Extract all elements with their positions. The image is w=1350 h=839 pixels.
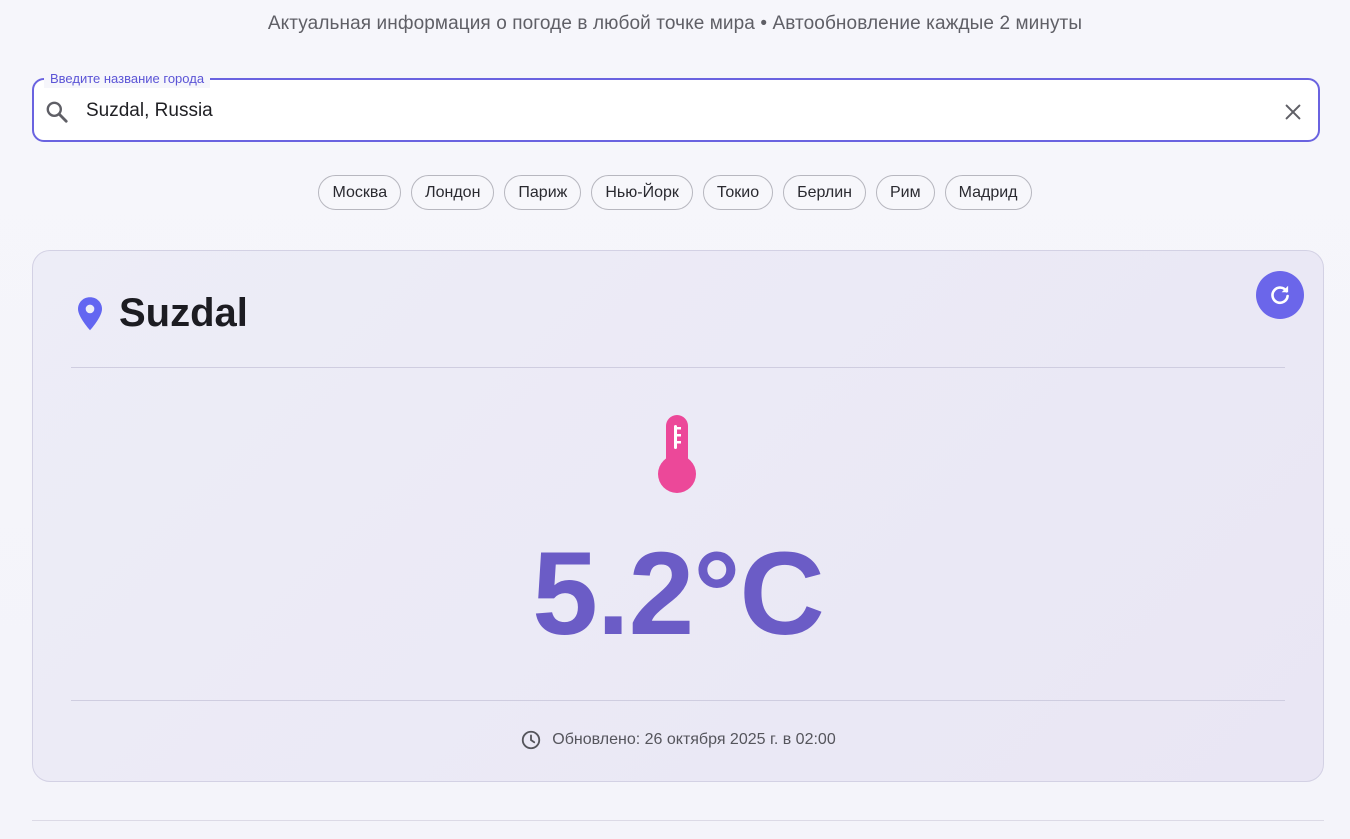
city-name: Suzdal <box>119 291 248 335</box>
weather-card: Suzdal 5.2°C Обновлено: 26 октября 2025 … <box>32 250 1324 782</box>
quick-city-chips: Москва Лондон Париж Нью-Йорк Токио Берли… <box>0 175 1350 210</box>
city-chip-madrid[interactable]: Мадрид <box>944 175 1032 210</box>
updated-text: Обновлено: 26 октября 2025 г. в 02:00 <box>552 731 836 748</box>
location-header: Suzdal <box>75 291 248 336</box>
thermometer-icon <box>658 415 696 493</box>
search-label: Введите название города <box>44 70 211 88</box>
search-input[interactable] <box>86 94 1266 128</box>
map-pin-icon <box>78 296 102 330</box>
close-icon[interactable] <box>1282 101 1304 123</box>
search-icon <box>46 101 68 123</box>
refresh-icon <box>1271 285 1289 305</box>
page-bottom-divider <box>32 820 1324 821</box>
city-chip-tokyo[interactable]: Токио <box>702 175 774 210</box>
city-chip-london[interactable]: Лондон <box>411 175 495 210</box>
card-divider-bottom <box>71 700 1285 701</box>
city-chip-rome[interactable]: Рим <box>875 175 935 210</box>
page-subtitle: Актуальная информация о погоде в любой т… <box>267 13 1083 34</box>
city-search-field[interactable]: Введите название города <box>32 70 1320 142</box>
city-chip-new-york[interactable]: Нью-Йорк <box>591 175 693 210</box>
city-chip-berlin[interactable]: Берлин <box>783 175 866 210</box>
city-chip-paris[interactable]: Париж <box>504 175 582 210</box>
clock-icon <box>522 730 541 750</box>
temperature-value: 5.2°C <box>532 528 824 660</box>
refresh-button[interactable] <box>1256 271 1304 319</box>
card-divider-top <box>71 367 1285 368</box>
last-updated: Обновлено: 26 октября 2025 г. в 02:00 <box>33 729 1323 751</box>
city-chip-moscow[interactable]: Москва <box>318 175 402 210</box>
